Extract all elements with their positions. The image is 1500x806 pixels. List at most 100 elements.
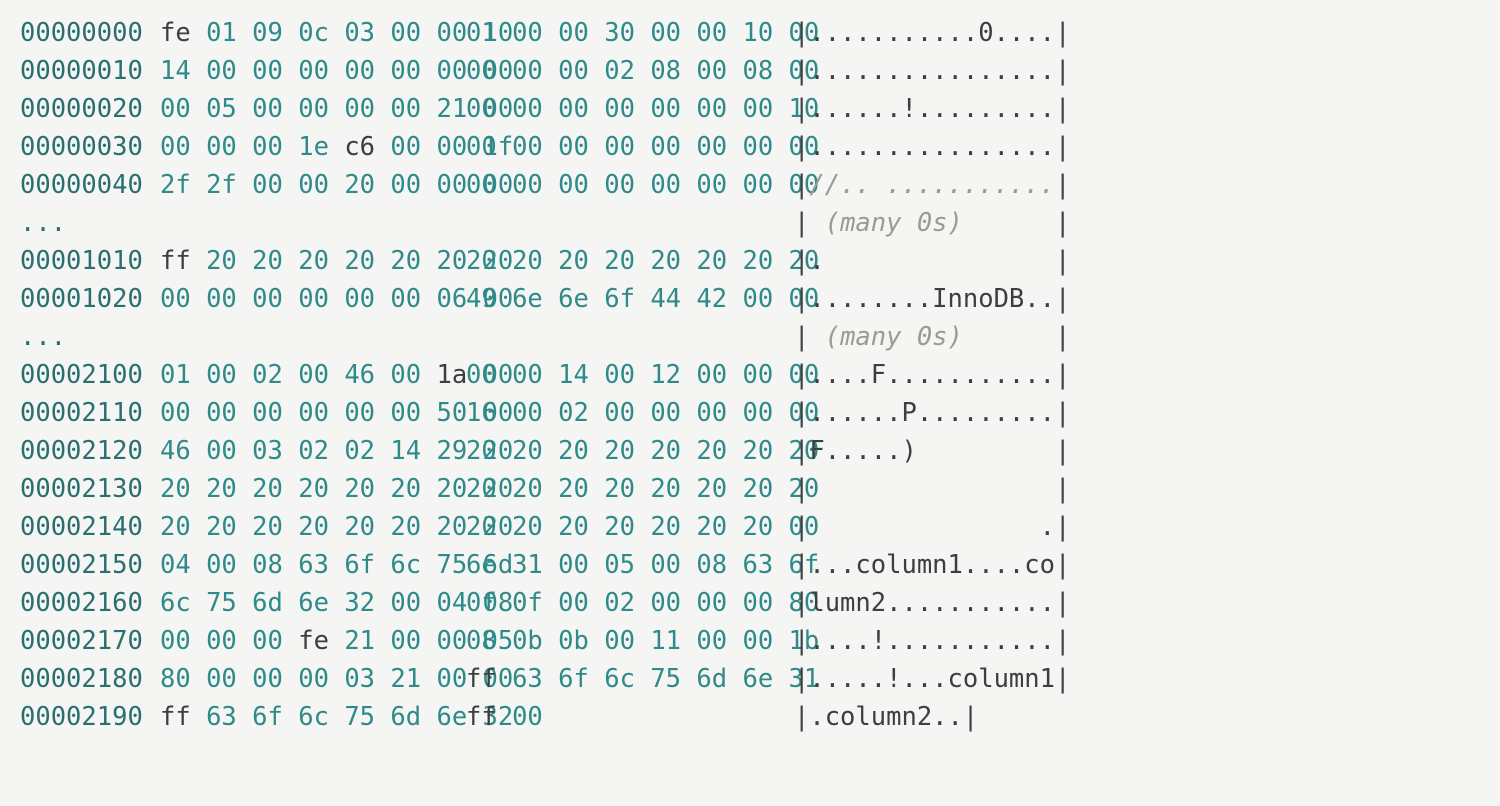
- hex-row: 0000213020 20 20 20 20 20 20 2020 20 20 …: [20, 470, 1480, 508]
- hex-byte: 00: [742, 284, 773, 314]
- hex-byte: 20: [344, 512, 375, 542]
- hex-byte: 6d: [696, 664, 727, 694]
- hex-byte: fe: [298, 626, 329, 656]
- hex-byte: 00: [298, 170, 329, 200]
- hex-byte: 20: [160, 512, 191, 542]
- hex-byte: 00: [696, 170, 727, 200]
- hex-byte: 20: [344, 474, 375, 504]
- hex-bytes: [160, 204, 746, 242]
- hex-byte: 00: [696, 56, 727, 86]
- hex-byte: 20: [252, 246, 283, 276]
- hex-byte: 00: [252, 132, 283, 162]
- hex-byte: 20: [466, 512, 497, 542]
- hex-byte: 00: [650, 94, 681, 124]
- hex-ascii: |...column1....co|: [794, 546, 1070, 584]
- hex-offset: 00002130: [20, 470, 160, 508]
- hex-offset: 00002110: [20, 394, 160, 432]
- hex-byte: 00: [206, 56, 237, 86]
- hex-offset: 00000000: [20, 14, 160, 52]
- hex-byte: 20: [604, 474, 635, 504]
- hex-byte: 44: [650, 284, 681, 314]
- hex-row: 0000102000 00 00 00 00 00 06 0049 6e 6e …: [20, 280, 1480, 318]
- hex-byte: 03: [344, 664, 375, 694]
- hex-byte: 20: [742, 512, 773, 542]
- hex-byte: 00: [206, 284, 237, 314]
- hex-byte: 00: [390, 588, 421, 618]
- hex-byte: 00: [390, 56, 421, 86]
- hex-bytes: 04 00 08 63 6f 6c 75 6d6e 31 00 05 00 08…: [160, 546, 746, 584]
- hex-ascii: |...........0....|: [794, 14, 1070, 52]
- hex-byte: 00: [390, 170, 421, 200]
- hex-byte: 00: [650, 132, 681, 162]
- hex-byte: 00: [160, 132, 191, 162]
- hex-byte: 00: [512, 18, 543, 48]
- hex-byte: 00: [604, 626, 635, 656]
- hex-byte: 0b: [512, 626, 543, 656]
- hex-offset: 00002140: [20, 508, 160, 546]
- hex-byte: 6e: [512, 284, 543, 314]
- hex-bytes: ff 63 6f 6c 75 6d 6e 32ff 00: [160, 698, 746, 736]
- hex-byte: 00: [650, 398, 681, 428]
- hex-byte: 63: [298, 550, 329, 580]
- hex-bytes: 2f 2f 00 00 20 00 00 0000 00 00 00 00 00…: [160, 166, 746, 204]
- hex-byte: 00: [252, 398, 283, 428]
- hex-byte: 01: [466, 18, 497, 48]
- hex-byte: 20: [436, 474, 467, 504]
- hex-offset: 00000020: [20, 90, 160, 128]
- hex-byte: 6e: [436, 702, 467, 732]
- hex-byte: 00: [252, 56, 283, 86]
- hex-byte: 20: [558, 436, 589, 466]
- hex-bytes: 00 00 00 00 00 00 06 0049 6e 6e 6f 44 42…: [160, 280, 746, 318]
- hex-byte: 01: [206, 18, 237, 48]
- hex-offset: 00000030: [20, 128, 160, 166]
- hex-row: 0000003000 00 00 1e c6 00 00 1f00 00 00 …: [20, 128, 1480, 166]
- hex-byte: 02: [344, 436, 375, 466]
- hex-byte: 00: [252, 626, 283, 656]
- hex-byte: 20: [252, 512, 283, 542]
- hex-bytes: 20 20 20 20 20 20 20 2020 20 20 20 20 20…: [160, 470, 746, 508]
- hex-byte: ff: [160, 702, 191, 732]
- hex-bytes: 80 00 00 00 03 21 00 00ff 63 6f 6c 75 6d…: [160, 660, 746, 698]
- hex-byte: 6f: [252, 702, 283, 732]
- hex-byte: 20: [344, 246, 375, 276]
- hex-byte: 08: [466, 626, 497, 656]
- hex-byte: 00: [512, 170, 543, 200]
- hex-byte: 01: [160, 360, 191, 390]
- hex-byte: 00: [206, 132, 237, 162]
- hex-byte: 46: [344, 360, 375, 390]
- hex-byte: 00: [650, 18, 681, 48]
- hex-byte: 00: [390, 132, 421, 162]
- hex-ascii: |....F...........|: [794, 356, 1070, 394]
- hex-byte: 20: [604, 436, 635, 466]
- hex-byte: 00: [512, 702, 543, 732]
- hex-offset: 00002170: [20, 622, 160, 660]
- hex-byte: 63: [206, 702, 237, 732]
- hex-byte: 0c: [298, 18, 329, 48]
- hex-byte: 32: [344, 588, 375, 618]
- hex-byte: 00: [742, 588, 773, 618]
- hex-byte: 6c: [390, 550, 421, 580]
- hex-bytes: 01 00 02 00 46 00 1a 0000 00 14 00 12 00…: [160, 356, 746, 394]
- hex-offset: 00002190: [20, 698, 160, 736]
- hex-byte: 00: [742, 626, 773, 656]
- hex-byte: 00: [390, 18, 421, 48]
- hex-row: 0000211000 00 00 00 00 00 50 0016 00 02 …: [20, 394, 1480, 432]
- hex-byte: 00: [298, 94, 329, 124]
- hex-byte: 00: [742, 132, 773, 162]
- hex-byte: 6c: [160, 588, 191, 618]
- hex-bytes: 20 20 20 20 20 20 20 2020 20 20 20 20 20…: [160, 508, 746, 546]
- hex-byte: 20: [604, 512, 635, 542]
- hex-byte: 20: [466, 246, 497, 276]
- hex-byte: 20: [298, 474, 329, 504]
- hex-byte: 00: [344, 94, 375, 124]
- hex-byte: 02: [558, 398, 589, 428]
- hex-byte: 63: [512, 664, 543, 694]
- hex-byte: 00: [390, 360, 421, 390]
- hex-byte: 00: [390, 626, 421, 656]
- hex-row: 000021606c 75 6d 6e 32 00 04 080f 0f 00 …: [20, 584, 1480, 622]
- hex-byte: 20: [206, 512, 237, 542]
- hex-byte: 14: [160, 56, 191, 86]
- hex-byte: 00: [742, 360, 773, 390]
- hex-ascii: |.column2..|: [794, 698, 978, 736]
- hex-byte: 00: [466, 132, 497, 162]
